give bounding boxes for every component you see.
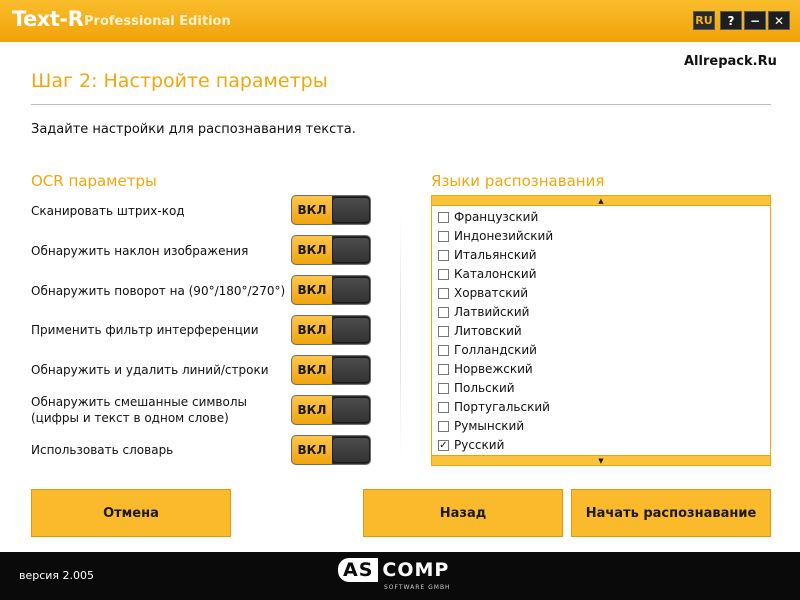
option-label-interference: Применить фильтр интерференции (31, 323, 259, 337)
toggle-on-label: ВКЛ (292, 356, 332, 384)
language-label: Хорватский (454, 286, 529, 300)
language-label: Каталонский (454, 267, 537, 281)
logo-comp: COMP (382, 559, 450, 581)
language-label: Французский (454, 210, 539, 224)
toggle-lines[interactable]: ВКЛ (291, 355, 371, 385)
section-divider (400, 210, 401, 460)
toggle-dictionary[interactable]: ВКЛ (291, 435, 371, 465)
languages-section-title: Языки распознавания (431, 172, 605, 190)
language-item[interactable]: Латвийский (438, 305, 529, 319)
step-title: Шаг 2: Настройте параметры (31, 70, 328, 92)
language-label: Румынский (454, 419, 525, 433)
toggle-rotation[interactable]: ВКЛ (291, 275, 371, 305)
language-label: Польский (454, 381, 515, 395)
option-label-lines: Обнаружить и удалить линий/строки (31, 363, 269, 377)
toggle-skew[interactable]: ВКЛ (291, 235, 371, 265)
option-label-barcode: Сканировать штрих-код (31, 204, 185, 218)
scroll-down-button[interactable]: ▼ (432, 455, 770, 465)
checkbox[interactable] (438, 420, 449, 432)
toggle-on-label: ВКЛ (292, 396, 332, 424)
back-button[interactable]: Назад (363, 489, 563, 537)
option-label-mixed-line2: (цифры и текст в одном слове) (31, 411, 229, 425)
language-label: Литовский (454, 324, 522, 338)
language-item[interactable]: Хорватский (438, 286, 528, 300)
close-button[interactable]: ✕ (768, 11, 790, 30)
ocr-section-title: OCR параметры (31, 172, 157, 190)
language-item[interactable]: Итальянский (438, 248, 537, 262)
language-label: Голландский (454, 343, 537, 357)
toggle-knob (332, 277, 370, 303)
language-button[interactable]: RU (693, 11, 715, 30)
language-label: Латвийский (454, 305, 530, 319)
watermark: Allrepack.Ru (684, 54, 777, 69)
language-item[interactable]: Норвежский (438, 362, 533, 376)
language-item[interactable]: Индонезийский (438, 229, 553, 243)
language-item[interactable]: Голландский (438, 343, 537, 357)
checkbox[interactable] (438, 363, 449, 375)
checkbox[interactable] (438, 249, 449, 261)
language-label: Итальянский (454, 248, 537, 262)
logo-as: AS (338, 558, 379, 582)
checkbox[interactable] (438, 211, 449, 223)
language-item[interactable]: Литовский (438, 324, 522, 338)
language-item[interactable]: Польский (438, 381, 515, 395)
toggle-knob (332, 317, 370, 343)
language-label: Португальский (454, 400, 550, 414)
language-label: Норвежский (454, 362, 533, 376)
checkbox[interactable] (438, 230, 449, 242)
help-button[interactable]: ? (720, 11, 742, 30)
toggle-barcode[interactable]: ВКЛ (291, 195, 371, 225)
language-item[interactable]: Французский (438, 210, 538, 224)
subtitle: Задайте настройки для распознавания текс… (31, 122, 356, 137)
option-label-skew: Обнаружить наклон изображения (31, 244, 249, 258)
language-label: Русский (454, 438, 505, 452)
checkbox[interactable] (438, 268, 449, 280)
language-item[interactable]: Португальский (438, 400, 550, 414)
option-label-rotation: Обнаружить поворот на (90°/180°/270°) (31, 284, 286, 298)
option-label-mixed-line1: Обнаружить смешанные символы (31, 395, 247, 409)
toggle-knob (332, 397, 370, 423)
scroll-up-button[interactable]: ▲ (432, 196, 770, 206)
option-label-dictionary: Использовать словарь (31, 443, 174, 457)
language-label: Индонезийский (454, 229, 554, 243)
checkbox[interactable] (438, 344, 449, 356)
checkbox[interactable] (438, 287, 449, 299)
toggle-on-label: ВКЛ (292, 276, 332, 304)
toggle-on-label: ВКЛ (292, 236, 332, 264)
checkbox[interactable] (438, 325, 449, 337)
footer: версия 2.005 AS COMP SOFTWARE GMBH (0, 552, 800, 600)
toggle-knob (332, 357, 370, 383)
version-label: версия 2.005 (19, 569, 95, 582)
language-list-box[interactable]: ▲ Французский Индонезийский Итальянский … (431, 195, 771, 466)
toggle-knob (332, 437, 370, 463)
toggle-on-label: ВКЛ (292, 316, 332, 344)
start-recognition-button[interactable]: Начать распознавание (571, 489, 771, 537)
language-item[interactable]: Каталонский (438, 267, 537, 281)
app-name: Text-R (12, 7, 84, 31)
toggle-on-label: ВКЛ (292, 436, 332, 464)
title-bar: Text-R Professional Edition RU ? − ✕ (0, 0, 800, 42)
toggle-knob (332, 237, 370, 263)
ascomp-logo: AS COMP SOFTWARE GMBH (338, 557, 462, 595)
toggle-knob (332, 197, 370, 223)
window-controls: RU ? − ✕ (693, 11, 790, 30)
language-item[interactable]: Румынский (438, 419, 524, 433)
minimize-button[interactable]: − (744, 11, 766, 30)
checkbox-checked[interactable]: ✓ (438, 439, 449, 451)
toggle-interference[interactable]: ВКЛ (291, 315, 371, 345)
toggle-mixed[interactable]: ВКЛ (291, 395, 371, 425)
divider (31, 104, 771, 105)
checkbox[interactable] (438, 401, 449, 413)
logo-sub: SOFTWARE GMBH (384, 584, 451, 591)
edition-label: Professional Edition (84, 14, 231, 29)
cancel-button[interactable]: Отмена (31, 489, 231, 537)
toggle-on-label: ВКЛ (292, 196, 332, 224)
checkbox[interactable] (438, 306, 449, 318)
language-item[interactable]: ✓ Русский (438, 438, 504, 452)
checkbox[interactable] (438, 382, 449, 394)
